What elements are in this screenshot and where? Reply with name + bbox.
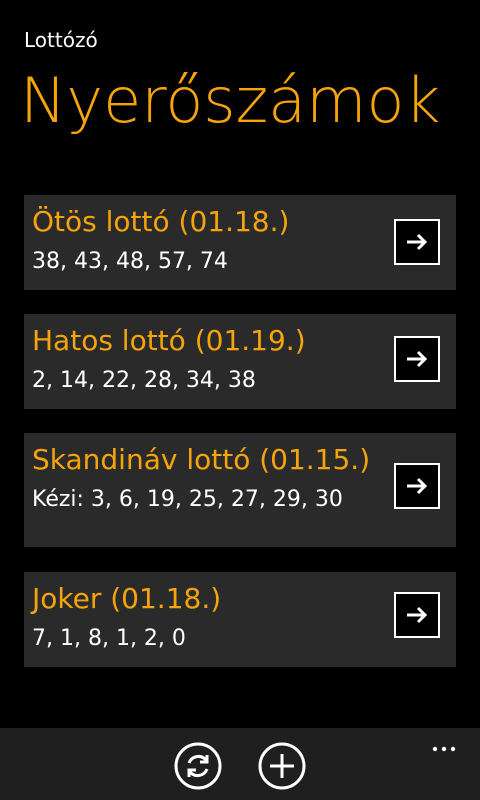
- more-icon: [432, 746, 456, 752]
- arrow-right-icon: [407, 233, 428, 251]
- card-title: Joker (01.18.): [32, 582, 222, 615]
- card-title: Hatos lottó (01.19.): [32, 324, 306, 357]
- page-title: Nyerőszámok: [20, 64, 441, 137]
- card-title: Ötös lottó (01.18.): [32, 205, 290, 238]
- add-icon: [258, 742, 306, 790]
- open-joker-button[interactable]: [394, 592, 440, 638]
- card-numbers: 7, 1, 8, 1, 2, 0: [32, 626, 186, 651]
- app-bar: [0, 728, 480, 800]
- more-button[interactable]: [432, 738, 456, 752]
- refresh-button[interactable]: [174, 742, 222, 790]
- arrow-right-icon: [407, 350, 428, 368]
- lottery-card-joker[interactable]: Joker (01.18.) 7, 1, 8, 1, 2, 0: [24, 572, 456, 667]
- refresh-icon: [174, 742, 222, 790]
- lottery-card-otos[interactable]: Ötös lottó (01.18.) 38, 43, 48, 57, 74: [24, 195, 456, 290]
- open-hatos-button[interactable]: [394, 336, 440, 382]
- app-title: Lottózó: [24, 28, 98, 52]
- card-numbers: 2, 14, 22, 28, 34, 38: [32, 368, 256, 393]
- lottery-card-skandinav[interactable]: Skandináv lottó (01.15.) Kézi: 3, 6, 19,…: [24, 433, 456, 547]
- card-title: Skandináv lottó (01.15.): [32, 443, 371, 476]
- arrow-right-icon: [407, 606, 428, 624]
- open-otos-button[interactable]: [394, 219, 440, 265]
- open-skandinav-button[interactable]: [394, 463, 440, 509]
- card-numbers: Kézi: 3, 6, 19, 25, 27, 29, 30: [32, 487, 343, 512]
- lottery-card-hatos[interactable]: Hatos lottó (01.19.) 2, 14, 22, 28, 34, …: [24, 314, 456, 409]
- card-numbers: 38, 43, 48, 57, 74: [32, 249, 228, 274]
- arrow-right-icon: [407, 477, 428, 495]
- add-button[interactable]: [258, 742, 306, 790]
